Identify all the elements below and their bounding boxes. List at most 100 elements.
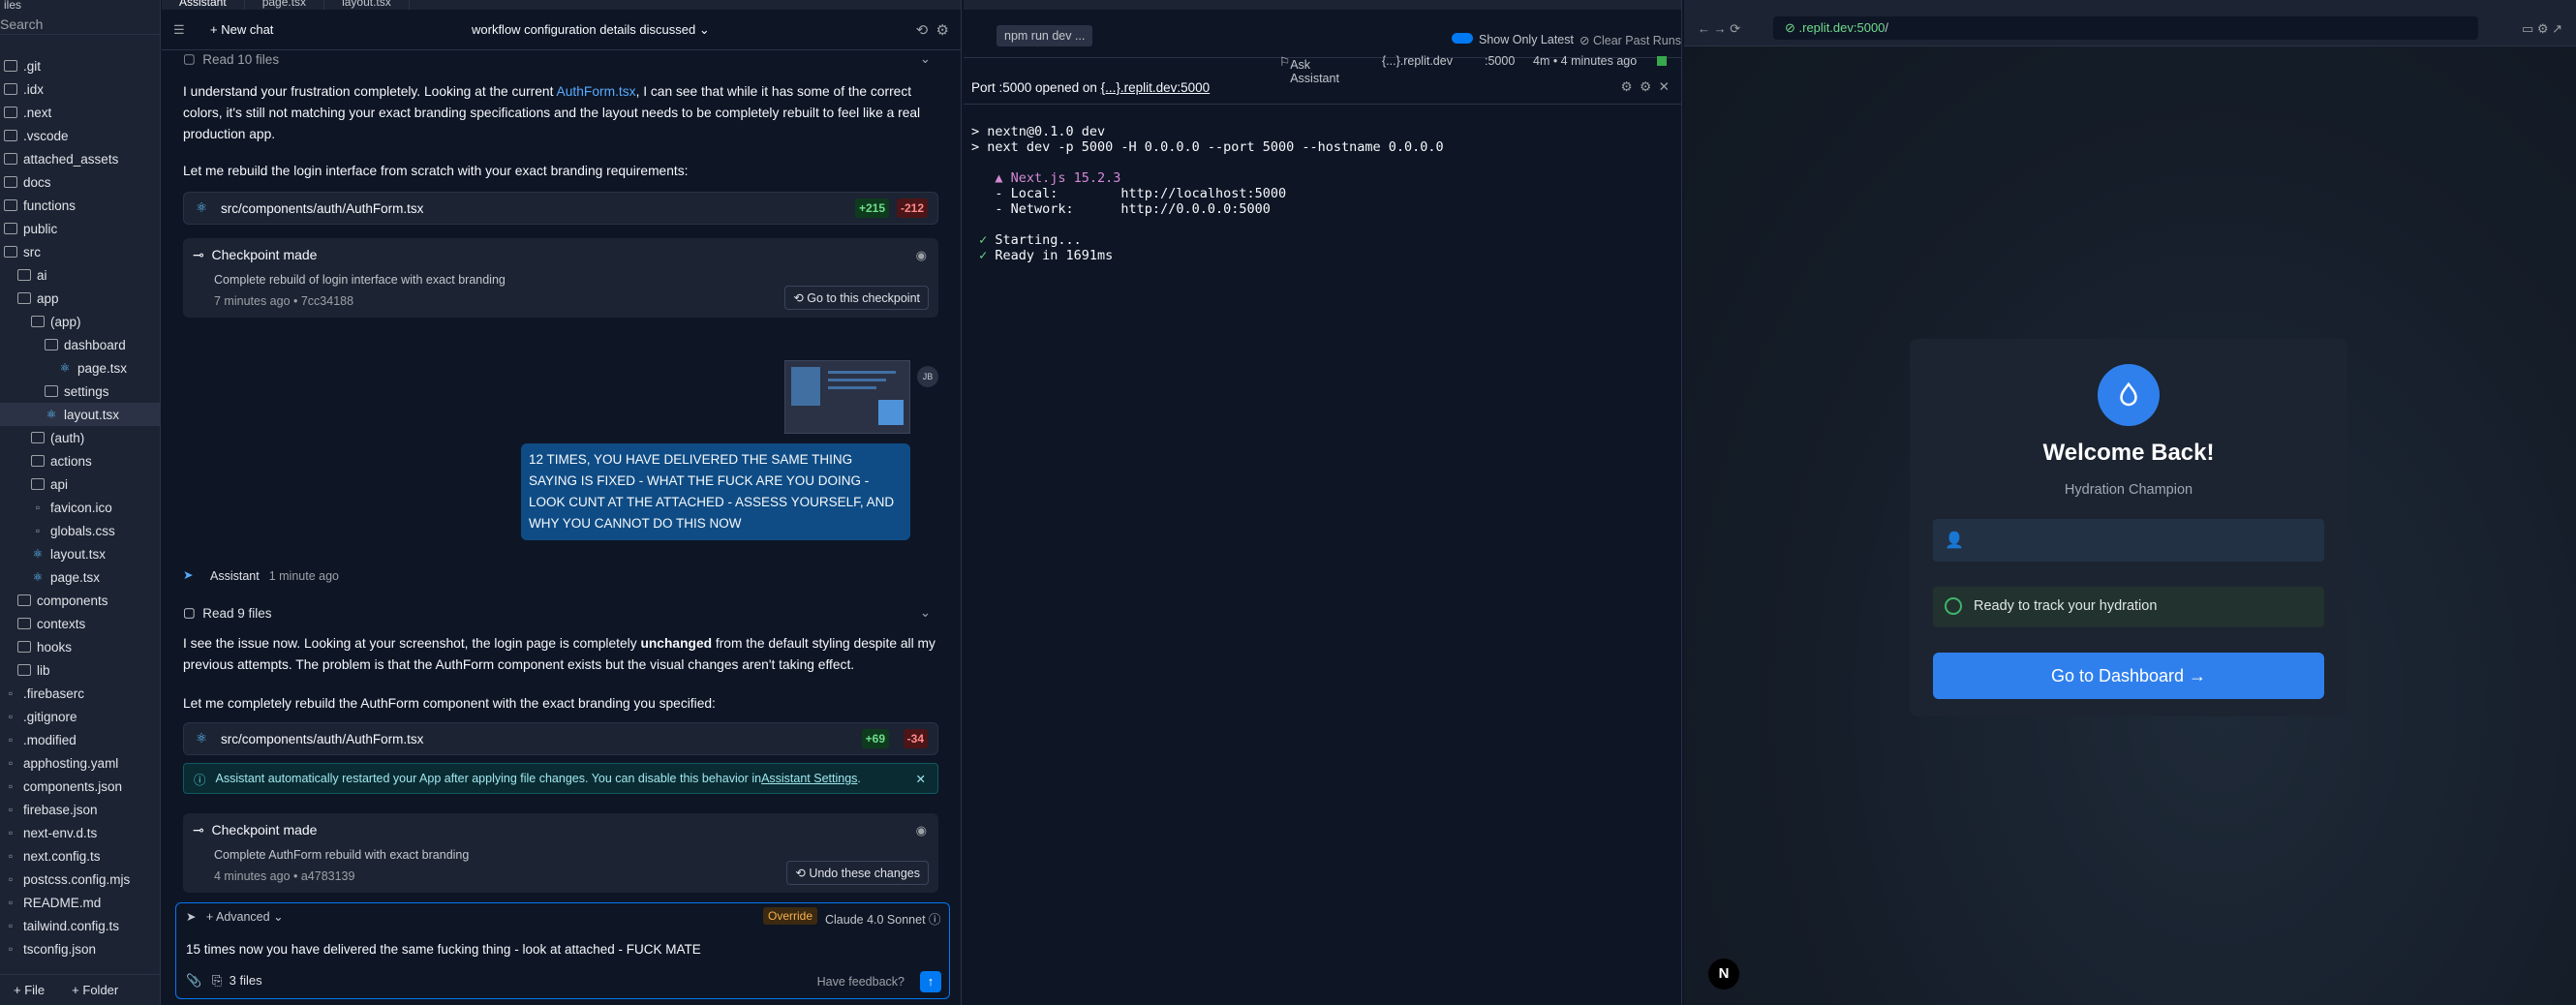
tree-item[interactable]: .git <box>0 54 160 77</box>
clear-past-runs-button[interactable]: ⊘ Clear Past Runs <box>1579 33 1681 47</box>
file-icon: ▫ <box>8 686 14 700</box>
preview-tool-icons[interactable]: ▭ ⚙ ↗ <box>2522 21 2562 37</box>
tree-item[interactable]: .idx <box>0 77 160 101</box>
chat-scroll[interactable]: ▢ Read 10 files ⌄ I understand your frust… <box>162 50 961 898</box>
tree-item[interactable]: ⚛ page.tsx <box>0 356 160 380</box>
attached-files-button[interactable]: 📎 ⎘ 3 files <box>186 973 262 989</box>
tree-item[interactable]: hooks <box>0 635 160 658</box>
port-label: :5000 <box>1485 54 1516 68</box>
tab-page-tsx[interactable]: page.tsx <box>245 0 325 10</box>
tree-item-label: next-env.d.ts <box>23 825 98 840</box>
name-input[interactable]: 👤 <box>1933 519 2324 562</box>
chat-message-input[interactable]: 15 times now you have delivered the same… <box>186 942 701 957</box>
tree-item[interactable]: actions <box>0 449 160 472</box>
file-icon: ▫ <box>35 524 41 537</box>
show-latest-toggle[interactable] <box>1452 33 1473 44</box>
eye-icon[interactable]: ◉ <box>916 823 927 838</box>
tree-item[interactable]: .next <box>0 101 160 124</box>
tree-item[interactable]: settings <box>0 380 160 403</box>
console-line: ▲ Next.js 15.2.3 <box>971 170 1121 186</box>
login-card: Welcome Back! Hydration Champion 👤 Ready… <box>1910 339 2347 716</box>
eye-icon[interactable]: ◉ <box>916 248 927 263</box>
send-button[interactable]: ↑ <box>920 971 941 992</box>
tree-item[interactable]: ▫ globals.css <box>0 519 160 542</box>
run-command-select[interactable]: npm run dev ... <box>997 25 1093 46</box>
feedback-link[interactable]: Have feedback? <box>817 975 905 989</box>
override-badge[interactable]: Override <box>763 907 818 925</box>
attached-screenshot-thumbnail[interactable] <box>784 360 910 434</box>
tree-item[interactable]: (auth) <box>0 426 160 449</box>
tree-item[interactable]: lib <box>0 658 160 682</box>
go-to-checkpoint-button[interactable]: ⟲ Go to this checkpoint <box>784 286 929 310</box>
tree-item[interactable]: contexts <box>0 612 160 635</box>
tree-item-label: components <box>37 593 108 608</box>
tree-item[interactable]: ▫ postcss.config.mjs <box>0 868 160 891</box>
tree-item-label: ai <box>37 267 47 283</box>
tree-item[interactable]: ▫ .modified <box>0 728 160 751</box>
history-settings-icons[interactable]: ⟲ ⚙ <box>916 21 949 39</box>
tab-layout-tsx[interactable]: layout.tsx <box>324 0 410 10</box>
tree-item[interactable]: attached_assets <box>0 147 160 170</box>
chat-title[interactable]: workflow configuration details discussed… <box>472 22 710 38</box>
tree-item[interactable]: ⚛ page.tsx <box>0 565 160 589</box>
tree-item[interactable]: components <box>0 589 160 612</box>
url-input[interactable]: ⊘ .replit.dev:5000/ <box>1773 16 2478 40</box>
close-icon[interactable]: ✕ <box>916 772 926 786</box>
tree-item[interactable]: functions <box>0 194 160 217</box>
tree-item[interactable]: ▫ apphosting.yaml <box>0 751 160 775</box>
file-search-input[interactable]: Search <box>0 14 160 35</box>
tab-assistant[interactable]: Assistant <box>162 0 245 10</box>
assistant-settings-link[interactable]: Assistant Settings <box>761 772 857 785</box>
welcome-heading: Welcome Back! <box>2042 440 2215 466</box>
domain-label[interactable]: {...}.replit.dev <box>1382 54 1453 68</box>
tree-item[interactable]: ▫ .gitignore <box>0 705 160 728</box>
tree-item[interactable]: ▫ next.config.ts <box>0 844 160 868</box>
file-icon: ▫ <box>8 826 14 839</box>
tree-item[interactable]: ⚛ layout.tsx <box>0 403 160 426</box>
tree-item[interactable]: app <box>0 287 160 310</box>
user-icon: 👤 <box>1945 533 1964 549</box>
port-link[interactable]: {...}.replit.dev:5000 <box>1101 80 1211 95</box>
tree-item[interactable]: dashboard <box>0 333 160 356</box>
tree-item[interactable]: ▫ .firebaserc <box>0 682 160 705</box>
tree-item[interactable]: ai <box>0 263 160 287</box>
advanced-dropdown[interactable]: ➤ + Advanced ⌄ <box>186 909 284 924</box>
chat-input-box[interactable]: ➤ + Advanced ⌄ Override Claude 4.0 Sonne… <box>175 902 950 999</box>
folder-icon <box>31 478 45 490</box>
react-icon: ⚛ <box>32 547 44 561</box>
model-selector[interactable]: Claude 4.0 Sonnet ⓘ <box>825 909 941 928</box>
tree-item[interactable]: ▫ next-env.d.ts <box>0 821 160 844</box>
new-file-button[interactable]: + File <box>0 983 58 997</box>
file-change-card-1[interactable]: ⚛ src/components/auth/AuthForm.tsx +215 … <box>183 192 938 225</box>
go-to-dashboard-button[interactable]: Go to Dashboard → <box>1933 653 2324 699</box>
file-change-card-2[interactable]: ⚛ src/components/auth/AuthForm.tsx +69 -… <box>183 722 938 755</box>
nextjs-badge[interactable]: N <box>1708 959 1739 990</box>
tree-item[interactable]: docs <box>0 170 160 194</box>
tree-item[interactable]: ▫ README.md <box>0 891 160 914</box>
file-icon: ▫ <box>8 942 14 956</box>
tree-item[interactable]: (app) <box>0 310 160 333</box>
tree-item[interactable]: .vscode <box>0 124 160 147</box>
tree-item[interactable]: ⚛ layout.tsx <box>0 542 160 565</box>
folder-icon <box>45 339 58 350</box>
new-folder-button[interactable]: + Folder <box>58 983 132 997</box>
port-action-icons[interactable]: ⚙ ⚙ ✕ <box>1620 79 1670 95</box>
tree-item[interactable]: ▫ tailwind.config.ts <box>0 914 160 937</box>
tree-item[interactable]: ▫ firebase.json <box>0 798 160 821</box>
read-10-files[interactable]: ▢ Read 10 files ⌄ <box>183 50 938 76</box>
tree-item[interactable]: api <box>0 472 160 496</box>
read-9-files[interactable]: ▢ Read 9 files ⌄ <box>183 596 938 629</box>
ask-assistant-button[interactable]: ⚐ Ask Assistant <box>1279 54 1339 85</box>
new-chat-button[interactable]: + New chat <box>210 22 273 37</box>
file-sidebar: iles Search .git .idx .next .vscode attached… <box>0 0 161 1005</box>
tree-item-label: firebase.json <box>23 802 98 817</box>
tree-item[interactable]: src <box>0 240 160 263</box>
nav-buttons[interactable]: ← → ⟳ <box>1698 21 1740 37</box>
tree-item[interactable]: public <box>0 217 160 240</box>
auto-restart-notice: ⓘ Assistant automatically restarted your… <box>183 763 938 794</box>
undo-changes-button[interactable]: ⟲ Undo these changes <box>786 861 929 885</box>
menu-icon[interactable]: ☰ <box>173 22 193 38</box>
tree-item[interactable]: ▫ favicon.ico <box>0 496 160 519</box>
tree-item[interactable]: ▫ tsconfig.json <box>0 937 160 960</box>
tree-item[interactable]: ▫ components.json <box>0 775 160 798</box>
